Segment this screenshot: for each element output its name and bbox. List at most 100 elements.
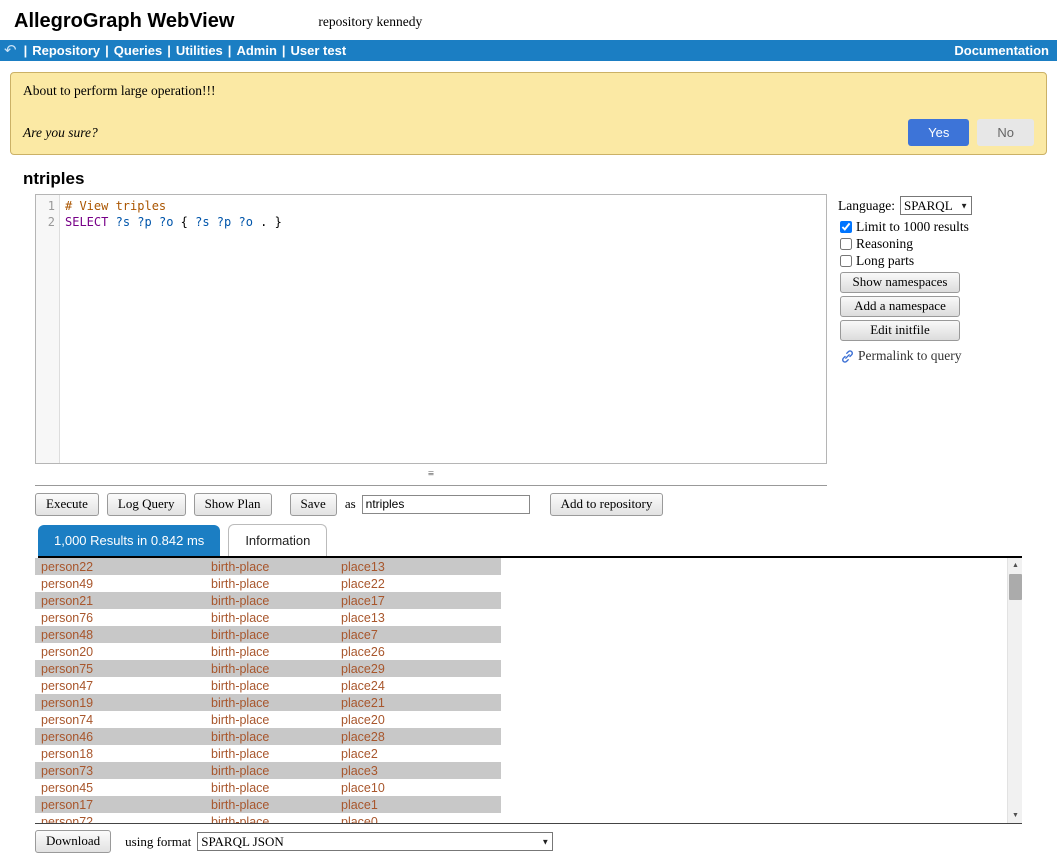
table-row: person21birth-placeplace17 bbox=[35, 592, 501, 609]
banner-message: About to perform large operation!!! bbox=[23, 83, 1034, 99]
app-title: AllegroGraph WebView bbox=[14, 10, 234, 33]
table-cell[interactable]: place3 bbox=[335, 762, 501, 779]
token-plain: . } bbox=[253, 215, 282, 229]
token-variable: ?o bbox=[159, 215, 173, 229]
nav-item-repository[interactable]: Repository bbox=[32, 43, 100, 58]
table-row: person73birth-placeplace3 bbox=[35, 762, 501, 779]
nav-item-documentation[interactable]: Documentation bbox=[954, 43, 1049, 58]
table-cell[interactable]: birth-place bbox=[205, 643, 335, 660]
table-cell[interactable]: birth-place bbox=[205, 728, 335, 745]
table-cell[interactable]: person18 bbox=[35, 745, 205, 762]
table-cell[interactable]: birth-place bbox=[205, 796, 335, 813]
option-limit-to-1000-results[interactable]: Limit to 1000 results bbox=[838, 218, 1003, 235]
table-cell[interactable]: person20 bbox=[35, 643, 205, 660]
table-cell[interactable]: place7 bbox=[335, 626, 501, 643]
table-cell[interactable]: person75 bbox=[35, 660, 205, 677]
table-cell[interactable]: birth-place bbox=[205, 575, 335, 592]
checkbox-limit-to-1000-results[interactable] bbox=[840, 221, 852, 233]
table-cell[interactable]: place29 bbox=[335, 660, 501, 677]
show-namespaces-button[interactable]: Show namespaces bbox=[840, 272, 960, 293]
table-cell[interactable]: person45 bbox=[35, 779, 205, 796]
table-cell[interactable]: place20 bbox=[335, 711, 501, 728]
query-options-sidebar: Language: SPARQL ▼ Limit to 1000 results… bbox=[838, 196, 1003, 364]
table-cell[interactable]: person21 bbox=[35, 592, 205, 609]
execute-button[interactable]: Execute bbox=[35, 493, 99, 516]
option-long-parts[interactable]: Long parts bbox=[838, 252, 1003, 269]
language-select[interactable]: SPARQL bbox=[900, 196, 972, 215]
scroll-up-icon[interactable]: ▲ bbox=[1008, 558, 1022, 573]
tab-information[interactable]: Information bbox=[228, 524, 327, 556]
table-cell[interactable]: place21 bbox=[335, 694, 501, 711]
language-label: Language: bbox=[838, 198, 895, 214]
tab-results[interactable]: 1,000 Results in 0.842 ms bbox=[38, 525, 220, 556]
table-cell[interactable]: person17 bbox=[35, 796, 205, 813]
table-cell[interactable]: birth-place bbox=[205, 677, 335, 694]
save-name-input[interactable] bbox=[362, 495, 530, 514]
nav-separator: | bbox=[105, 43, 109, 58]
table-cell[interactable]: birth-place bbox=[205, 626, 335, 643]
table-cell[interactable]: place0 bbox=[335, 813, 501, 824]
table-cell[interactable]: person49 bbox=[35, 575, 205, 592]
query-editor[interactable]: 12 # View triplesSELECT ?s ?p ?o { ?s ?p… bbox=[35, 194, 827, 464]
table-cell[interactable]: person46 bbox=[35, 728, 205, 745]
table-cell[interactable]: person47 bbox=[35, 677, 205, 694]
nav-item-user-test[interactable]: User test bbox=[291, 43, 347, 58]
table-cell[interactable]: place26 bbox=[335, 643, 501, 660]
table-cell[interactable]: place10 bbox=[335, 779, 501, 796]
table-cell[interactable]: place28 bbox=[335, 728, 501, 745]
scrollbar-thumb[interactable] bbox=[1009, 574, 1022, 600]
add-to-repository-button[interactable]: Add to repository bbox=[550, 493, 664, 516]
editor-code[interactable]: # View triplesSELECT ?s ?p ?o { ?s ?p ?o… bbox=[60, 195, 826, 463]
table-cell[interactable]: birth-place bbox=[205, 779, 335, 796]
nav-item-admin[interactable]: Admin bbox=[236, 43, 276, 58]
line-number: 1 bbox=[36, 198, 55, 214]
add-a-namespace-button[interactable]: Add a namespace bbox=[840, 296, 960, 317]
table-cell[interactable]: place1 bbox=[335, 796, 501, 813]
save-button[interactable]: Save bbox=[290, 493, 337, 516]
results-tabs: 1,000 Results in 0.842 ms Information bbox=[38, 524, 1022, 558]
table-cell[interactable]: birth-place bbox=[205, 745, 335, 762]
table-cell[interactable]: place22 bbox=[335, 575, 501, 592]
table-cell[interactable]: place13 bbox=[335, 609, 501, 626]
editor-resize-handle[interactable]: ≡ bbox=[35, 464, 827, 486]
table-cell[interactable]: person22 bbox=[35, 558, 205, 575]
table-cell[interactable]: birth-place bbox=[205, 660, 335, 677]
table-cell[interactable]: birth-place bbox=[205, 762, 335, 779]
warning-banner: About to perform large operation!!! Are … bbox=[10, 72, 1047, 155]
yes-button[interactable]: Yes bbox=[908, 119, 969, 146]
results-scrollbar[interactable]: ▲ ▼ bbox=[1007, 558, 1022, 823]
table-cell[interactable]: person19 bbox=[35, 694, 205, 711]
option-reasoning[interactable]: Reasoning bbox=[838, 235, 1003, 252]
permalink-link[interactable]: Permalink to query bbox=[840, 348, 1003, 364]
back-arrow-icon[interactable]: ↶ bbox=[4, 43, 17, 58]
token-variable: ?s bbox=[116, 215, 130, 229]
no-button[interactable]: No bbox=[977, 119, 1034, 146]
table-cell[interactable]: person48 bbox=[35, 626, 205, 643]
show-plan-button[interactable]: Show Plan bbox=[194, 493, 272, 516]
code-line[interactable]: SELECT ?s ?p ?o { ?s ?p ?o . } bbox=[65, 214, 826, 230]
table-cell[interactable]: birth-place bbox=[205, 609, 335, 626]
edit-initfile-button[interactable]: Edit initfile bbox=[840, 320, 960, 341]
checkbox-reasoning[interactable] bbox=[840, 238, 852, 250]
table-cell[interactable]: birth-place bbox=[205, 694, 335, 711]
table-cell[interactable]: place2 bbox=[335, 745, 501, 762]
log-query-button[interactable]: Log Query bbox=[107, 493, 186, 516]
code-line[interactable]: # View triples bbox=[65, 198, 826, 214]
table-cell[interactable]: person74 bbox=[35, 711, 205, 728]
nav-item-queries[interactable]: Queries bbox=[114, 43, 162, 58]
table-cell[interactable]: place24 bbox=[335, 677, 501, 694]
nav-item-utilities[interactable]: Utilities bbox=[176, 43, 223, 58]
table-cell[interactable]: person76 bbox=[35, 609, 205, 626]
table-cell[interactable]: birth-place bbox=[205, 592, 335, 609]
table-cell[interactable]: birth-place bbox=[205, 813, 335, 824]
table-cell[interactable]: person73 bbox=[35, 762, 205, 779]
table-cell[interactable]: place17 bbox=[335, 592, 501, 609]
query-area: 12 # View triplesSELECT ?s ?p ?o { ?s ?p… bbox=[0, 194, 1057, 486]
scroll-down-icon[interactable]: ▼ bbox=[1008, 808, 1022, 823]
table-cell[interactable]: birth-place bbox=[205, 558, 335, 575]
table-cell[interactable]: person72 bbox=[35, 813, 205, 824]
format-select[interactable]: SPARQL JSON bbox=[197, 832, 553, 851]
table-cell[interactable]: birth-place bbox=[205, 711, 335, 728]
checkbox-long-parts[interactable] bbox=[840, 255, 852, 267]
table-cell[interactable]: place13 bbox=[335, 558, 501, 575]
